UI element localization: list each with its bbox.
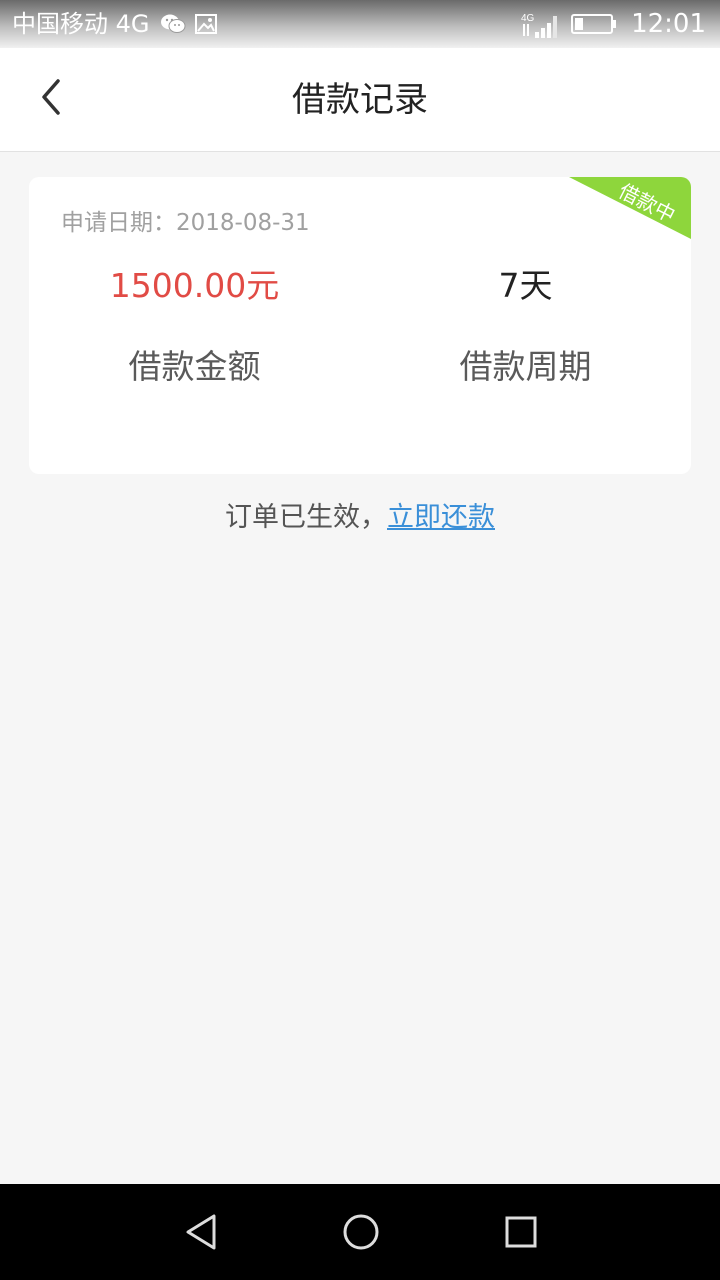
order-status: 订单已生效，立即还款 <box>0 500 720 536</box>
loan-period-column: 7天 借款周期 <box>360 177 691 474</box>
loan-period-caption: 借款周期 <box>459 347 592 386</box>
status-right: 4G 12:01 <box>521 8 706 40</box>
wechat-icon <box>160 12 185 36</box>
image-icon <box>194 12 218 36</box>
signal-icon: 4G <box>521 12 558 38</box>
status-bar: 中国移动 4G 4G 12:01 <box>0 0 720 48</box>
home-circle-icon <box>343 1214 379 1250</box>
repay-now-link[interactable]: 立即还款 <box>387 502 495 533</box>
battery-icon <box>571 12 617 36</box>
system-navigation-bar <box>0 1184 720 1280</box>
loan-record-card[interactable]: 借款中 申请日期：2018-08-31 1500.00元 借款金额 7天 借款周… <box>29 177 691 474</box>
loan-period-value: 7天 <box>498 266 553 305</box>
back-triangle-icon <box>186 1214 216 1250</box>
network-label: 4G <box>521 13 535 24</box>
nav-bar: 借款记录 <box>0 48 720 152</box>
loan-amount-caption: 借款金额 <box>128 347 261 386</box>
loan-amount-value: 1500.00元 <box>109 266 280 305</box>
loan-amount-column: 1500.00元 借款金额 <box>29 177 360 474</box>
page-title: 借款记录 <box>292 80 428 120</box>
system-recent-button[interactable] <box>497 1208 545 1256</box>
order-status-text: 订单已生效， <box>225 502 387 533</box>
carrier-label: 中国移动 4G <box>12 10 150 38</box>
clock: 12:01 <box>631 9 706 39</box>
status-left: 中国移动 4G <box>12 8 218 40</box>
system-back-button[interactable] <box>178 1208 226 1256</box>
system-home-button[interactable] <box>337 1208 385 1256</box>
recent-square-icon <box>505 1216 537 1248</box>
